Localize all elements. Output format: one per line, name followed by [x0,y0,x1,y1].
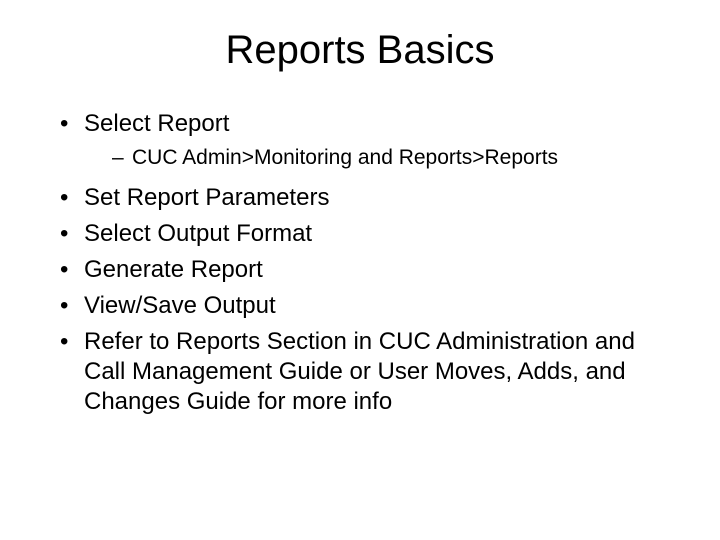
list-item: Select Report CUC Admin>Monitoring and R… [60,109,680,171]
list-item-text: View/Save Output [84,292,276,319]
list-item-text: Select Report [84,110,229,137]
list-item-text: Select Output Format [84,220,312,247]
list-item: Generate Report [60,255,680,285]
bullet-list: Select Report CUC Admin>Monitoring and R… [40,109,680,417]
sub-list-item: CUC Admin>Monitoring and Reports>Reports [112,145,680,171]
sub-list-item-text: CUC Admin>Monitoring and Reports>Reports [132,146,558,169]
list-item-text: Refer to Reports Section in CUC Administ… [84,328,635,415]
slide-title: Reports Basics [40,28,680,73]
list-item: Refer to Reports Section in CUC Administ… [60,327,680,417]
list-item-text: Generate Report [84,256,263,283]
list-item-text: Set Report Parameters [84,184,329,211]
sub-list: CUC Admin>Monitoring and Reports>Reports [84,145,680,171]
list-item: Select Output Format [60,219,680,249]
list-item: View/Save Output [60,291,680,321]
list-item: Set Report Parameters [60,183,680,213]
slide: Reports Basics Select Report CUC Admin>M… [0,0,720,540]
